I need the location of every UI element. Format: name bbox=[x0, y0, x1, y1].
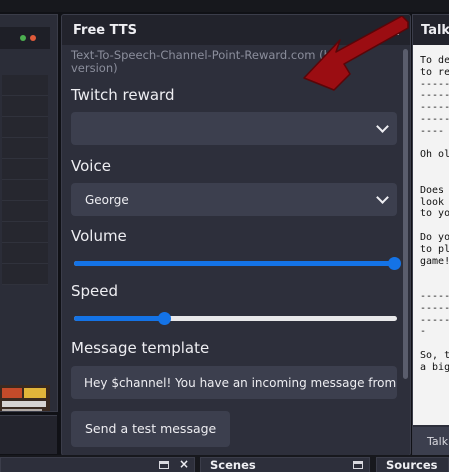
top-bar bbox=[0, 0, 449, 12]
slider-fill bbox=[74, 316, 165, 321]
slider-fill bbox=[74, 261, 394, 266]
chat-log-line: So, t bbox=[420, 349, 449, 361]
slider-handle[interactable] bbox=[158, 312, 172, 325]
list-item[interactable] bbox=[2, 264, 48, 285]
list-item[interactable] bbox=[2, 117, 48, 138]
list-item[interactable] bbox=[2, 243, 48, 264]
chat-log-line bbox=[420, 173, 449, 185]
chat-log-line bbox=[420, 267, 449, 279]
float-dock-icon[interactable] bbox=[159, 461, 169, 469]
send-test-message-button[interactable]: Send a test message bbox=[71, 411, 231, 447]
dock-tab-first[interactable]: × bbox=[0, 457, 195, 472]
chat-log-line: ----- bbox=[420, 302, 449, 314]
chat-log-line: Do yo bbox=[420, 231, 449, 243]
chat-log-line: - bbox=[420, 326, 427, 338]
slider-handle[interactable] bbox=[387, 257, 401, 270]
list-item[interactable] bbox=[2, 180, 48, 201]
status-dot-icon bbox=[20, 35, 26, 41]
dock-body: Text-To-Speech-Channel-Point-Reward.com … bbox=[71, 49, 401, 447]
chat-log-line: ---- bbox=[420, 125, 449, 137]
dock-scrollbar[interactable] bbox=[403, 49, 408, 379]
chat-log-line: ----- bbox=[420, 290, 449, 302]
list-item[interactable] bbox=[2, 138, 48, 159]
chat-log-line: To de bbox=[420, 55, 449, 66]
twitch-reward-select[interactable] bbox=[71, 112, 397, 145]
tab-scenes-label: Scenes bbox=[210, 458, 256, 472]
chat-log-line: ----- bbox=[420, 102, 449, 114]
left-dock-panel bbox=[0, 14, 58, 412]
message-template-input[interactable]: Hey $channel! You have an incoming messa… bbox=[71, 366, 397, 399]
tab-sources-label: Sources bbox=[386, 458, 438, 472]
chat-log-line: Oh ol bbox=[420, 149, 449, 161]
chat-log-line bbox=[420, 220, 449, 232]
preview-thumbnail bbox=[0, 385, 50, 411]
chevron-down-icon bbox=[376, 191, 389, 204]
float-dock-icon[interactable] bbox=[353, 461, 363, 469]
chat-log-line: ----- bbox=[420, 113, 449, 125]
list-item[interactable] bbox=[2, 159, 48, 180]
volume-label: Volume bbox=[71, 227, 127, 245]
chat-log-line: to pl bbox=[420, 243, 449, 255]
chat-log-line: to yo bbox=[420, 208, 449, 220]
chat-log-line bbox=[420, 279, 449, 291]
chat-log-line: look bbox=[420, 196, 449, 208]
chat-log-line: game! bbox=[420, 255, 449, 267]
left-panel-list bbox=[2, 75, 48, 285]
tab-sources[interactable]: Sources bbox=[376, 457, 449, 472]
voice-select[interactable]: George bbox=[71, 183, 397, 216]
tab-scenes[interactable]: Scenes bbox=[200, 457, 370, 472]
close-icon[interactable]: × bbox=[179, 458, 189, 471]
talking-dock-title: Talki bbox=[413, 15, 449, 45]
message-template-label: Message template bbox=[71, 339, 210, 357]
bottom-dock-bar: × Scenes Sources bbox=[0, 455, 449, 472]
volume-slider[interactable] bbox=[71, 257, 401, 270]
list-item[interactable] bbox=[2, 96, 48, 117]
red-arrow-annotation bbox=[303, 16, 409, 91]
status-dot-icon bbox=[30, 35, 36, 41]
list-item[interactable] bbox=[2, 75, 48, 96]
talking-footer-button[interactable]: Talki bbox=[413, 427, 449, 455]
talking-dock: Talki To deto re------------------------… bbox=[412, 14, 449, 456]
chat-log-line bbox=[420, 161, 449, 173]
chat-log-line: to re bbox=[420, 66, 449, 78]
chevron-down-icon bbox=[376, 120, 389, 133]
chat-log-line: a big bbox=[420, 361, 449, 373]
chat-log-line bbox=[420, 338, 449, 350]
voice-value: George bbox=[85, 192, 129, 207]
voice-label: Voice bbox=[71, 157, 111, 175]
list-item[interactable] bbox=[2, 201, 48, 222]
list-item[interactable] bbox=[2, 222, 48, 243]
left-bottom-bar bbox=[0, 415, 57, 454]
chat-log-line: ----- bbox=[420, 314, 449, 326]
chat-log-line: ----- bbox=[420, 78, 449, 90]
speed-label: Speed bbox=[71, 282, 119, 300]
chat-log: To de to re ----- ----- ----- ----- ---- Oh ol… bbox=[413, 45, 449, 425]
speed-slider[interactable] bbox=[71, 312, 397, 325]
chat-log-line: ----- bbox=[420, 90, 449, 102]
chat-log-line bbox=[420, 138, 449, 150]
chat-log-line: Does bbox=[420, 184, 449, 196]
